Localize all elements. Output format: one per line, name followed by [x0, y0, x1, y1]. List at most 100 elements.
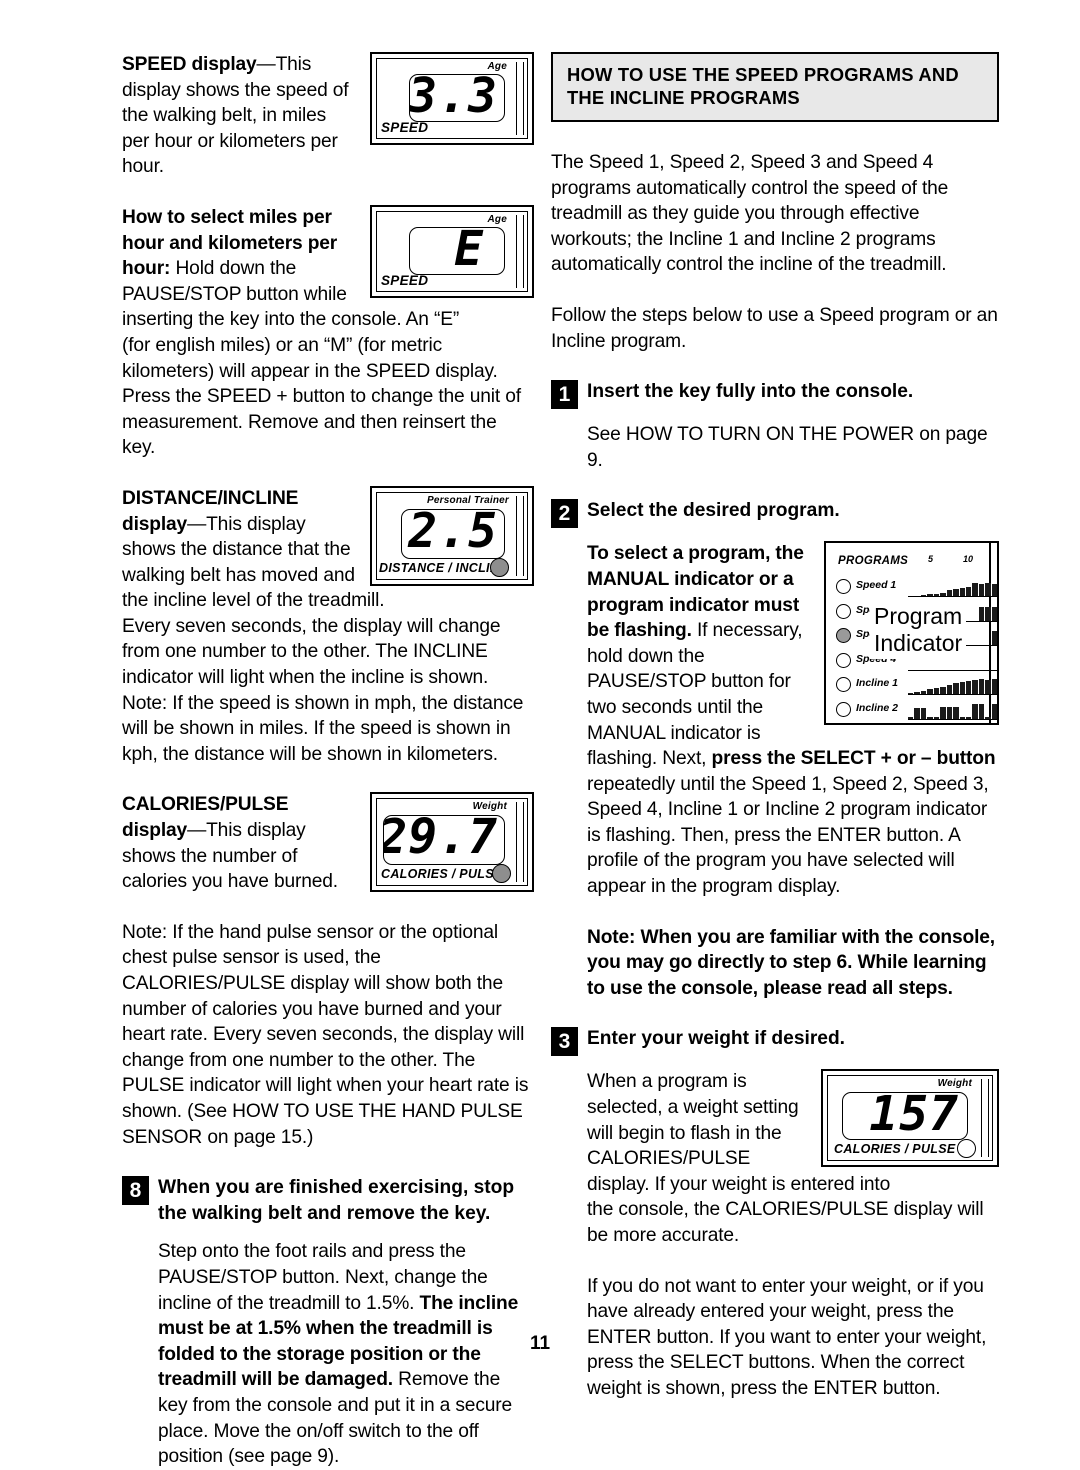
program-indicator-light-icon[interactable] — [836, 677, 851, 693]
profile-baseline — [908, 596, 997, 598]
step-3-number: 3 — [551, 1027, 578, 1057]
lcd-window: 29.7 — [383, 815, 505, 866]
lcd-top-caption: Personal Trainer — [427, 494, 509, 506]
program-indicator-light-icon[interactable] — [836, 701, 851, 717]
lcd-panel-weight: Weight 157 CALORIES / PULSE — [821, 1069, 999, 1168]
program-indicator-panel: PROGRAMS 5 10 Speed 1Speed 2Speed 3Speed… — [824, 541, 999, 726]
units-display-figure: Age E SPEED — [370, 204, 534, 298]
distance-display-figure: Personal Trainer 2.5 DISTANCE / INCLINE — [370, 485, 534, 586]
program-indicator-light-icon[interactable] — [836, 652, 851, 668]
program-row: Incline 2 — [836, 700, 999, 720]
scale-mark-10: 10 — [963, 554, 974, 565]
program-profile-graph — [908, 578, 997, 598]
lcd-sidebar — [981, 1079, 989, 1158]
units-body-full: (for english miles) or an “M” (for metri… — [122, 334, 521, 459]
program-indicator-light-icon[interactable] — [836, 628, 851, 644]
profile-bar — [998, 631, 999, 647]
profile-bar — [991, 630, 997, 647]
step-3-title: Enter your weight if desired. — [587, 1028, 846, 1050]
step-8-number: 8 — [122, 1176, 149, 1206]
intro-paragraph-2: Follow the steps below to use a Speed pr… — [551, 304, 998, 352]
program-row: Incline 1 — [836, 675, 999, 696]
program-row: Speed 1 — [836, 577, 997, 598]
program-profile-graph — [908, 701, 999, 720]
step-2-number: 2 — [551, 499, 578, 529]
step-1-title: Insert the key fully into the console. — [587, 381, 914, 403]
step-2-note-text: Note: When you are familiar with the con… — [587, 926, 995, 999]
left-column: Age 3.3 SPEED SPEED display—This display… — [122, 52, 534, 1470]
lcd-top-caption: Age — [487, 213, 507, 225]
profile-bar — [998, 704, 999, 720]
calories-note: Note: If the hand pulse sensor or the op… — [122, 921, 529, 1148]
right-column: HOW TO USE THE SPEED PROGRAMS AND THE IN… — [551, 52, 999, 1402]
program-name-label: Incline 2 — [856, 701, 899, 714]
annotation-line-1: Program — [874, 603, 963, 630]
lcd-sidebar — [516, 62, 524, 135]
lcd-top-caption: Weight — [937, 1078, 972, 1090]
profile-bar — [998, 607, 999, 621]
intro-paragraph-1: The Speed 1, Speed 2, Speed 3 and Speed … — [551, 152, 949, 276]
lcd-label-distance-incline: DISTANCE / INCLINE — [379, 560, 508, 575]
section-header-box: HOW TO USE THE SPEED PROGRAMS AND THE IN… — [551, 52, 999, 122]
step-3: 3 Enter your weight if desired. — [551, 1026, 999, 1057]
step-2-plain-1: If necessary, hold down the PAUSE/STOP b… — [587, 620, 803, 770]
step-8: 8 When you are finished exercising, stop… — [122, 1175, 534, 1226]
lcd-panel-speed: Age 3.3 SPEED — [370, 52, 534, 145]
step-3-body-full: the console, the CALORIES/PULSE display … — [587, 1199, 984, 1246]
step-1: 1 Insert the key fully into the console. — [551, 379, 999, 410]
lcd-sidebar — [516, 214, 524, 288]
profile-baseline — [908, 694, 997, 696]
step-3-body-block: Weight 157 CALORIES / PULSE When a progr… — [587, 1069, 999, 1197]
lcd-panel-calories: Weight 29.7 CALORIES / PULSE — [370, 792, 534, 893]
calories-display-figure: Weight 29.7 CALORIES / PULSE — [370, 792, 534, 893]
step-1-number: 1 — [551, 380, 578, 410]
pulse-indicator-icon — [957, 1139, 976, 1159]
lcd-window: 3.3 — [409, 74, 505, 122]
step-2-plain-2: repeatedly until the Speed 1, Speed 2, S… — [587, 773, 989, 898]
page-number: 11 — [529, 1333, 551, 1354]
lcd-window: 2.5 — [401, 508, 505, 559]
step-8-title: When you are finished exercising, stop t… — [158, 1177, 515, 1224]
profile-bar — [991, 678, 997, 696]
weight-display-figure: Weight 157 CALORIES / PULSE — [821, 1069, 999, 1168]
program-indicator-light-icon[interactable] — [836, 603, 851, 619]
program-profile-graph — [908, 676, 999, 696]
profile-bar — [998, 680, 999, 696]
step-2-note: Note: When you are familiar with the con… — [587, 925, 999, 1002]
programs-label: PROGRAMS — [838, 555, 909, 568]
step-2-body-block: PROGRAMS 5 10 Speed 1Speed 2Speed 3Speed… — [587, 541, 999, 899]
lcd-digit-readout: 29.7 — [383, 815, 498, 866]
speed-display-title: SPEED display — [122, 54, 257, 75]
lcd-label-speed: SPEED — [381, 120, 429, 135]
profile-bar — [998, 670, 999, 671]
step-1-body: See HOW TO TURN ON THE POWER on page 9. — [587, 424, 988, 471]
units-section: Age E SPEED How to select miles per hour… — [122, 204, 534, 333]
program-indicator-light-icon[interactable] — [836, 579, 851, 595]
lcd-top-caption: Age — [487, 61, 507, 72]
program-name-label: Speed 1 — [856, 579, 897, 592]
lcd-label-speed: SPEED — [381, 272, 429, 288]
program-indicator-annotation: Program Indicator — [870, 601, 967, 660]
program-panel-figure: PROGRAMS 5 10 Speed 1Speed 2Speed 3Speed… — [824, 541, 999, 726]
lcd-panel-distance: Personal Trainer 2.5 DISTANCE / INCLINE — [370, 485, 534, 586]
lcd-sidebar — [516, 802, 524, 883]
profile-bar — [991, 704, 997, 720]
program-name-label: Incline 1 — [856, 677, 899, 690]
speed-display-figure: Age 3.3 SPEED — [370, 52, 534, 145]
distance-body-full: Every seven seconds, the display will ch… — [122, 615, 524, 765]
pulse-indicator-icon — [492, 864, 511, 884]
incline-indicator-icon — [490, 557, 509, 577]
lcd-window: E — [409, 226, 505, 275]
lcd-top-caption: Weight — [472, 801, 507, 813]
lcd-digit-readout: 157 — [869, 1092, 959, 1141]
speed-display-section: Age 3.3 SPEED SPEED display—This display… — [122, 52, 534, 180]
lcd-sidebar — [516, 495, 524, 576]
annotation-line-2: Indicator — [874, 630, 963, 657]
distance-incline-section: Personal Trainer 2.5 DISTANCE / INCLINE … — [122, 485, 534, 614]
lcd-label-calories-pulse: CALORIES / PULSE — [834, 1142, 956, 1157]
lcd-label-calories-pulse: CALORIES / PULSE — [381, 867, 503, 882]
calories-pulse-section: Weight 29.7 CALORIES / PULSE CALORIES/PU… — [122, 792, 534, 894]
scale-mark-5: 5 — [928, 554, 934, 565]
lcd-panel-units: Age E SPEED — [370, 204, 534, 298]
document-page: Age 3.3 SPEED SPEED display—This display… — [0, 0, 1080, 1467]
